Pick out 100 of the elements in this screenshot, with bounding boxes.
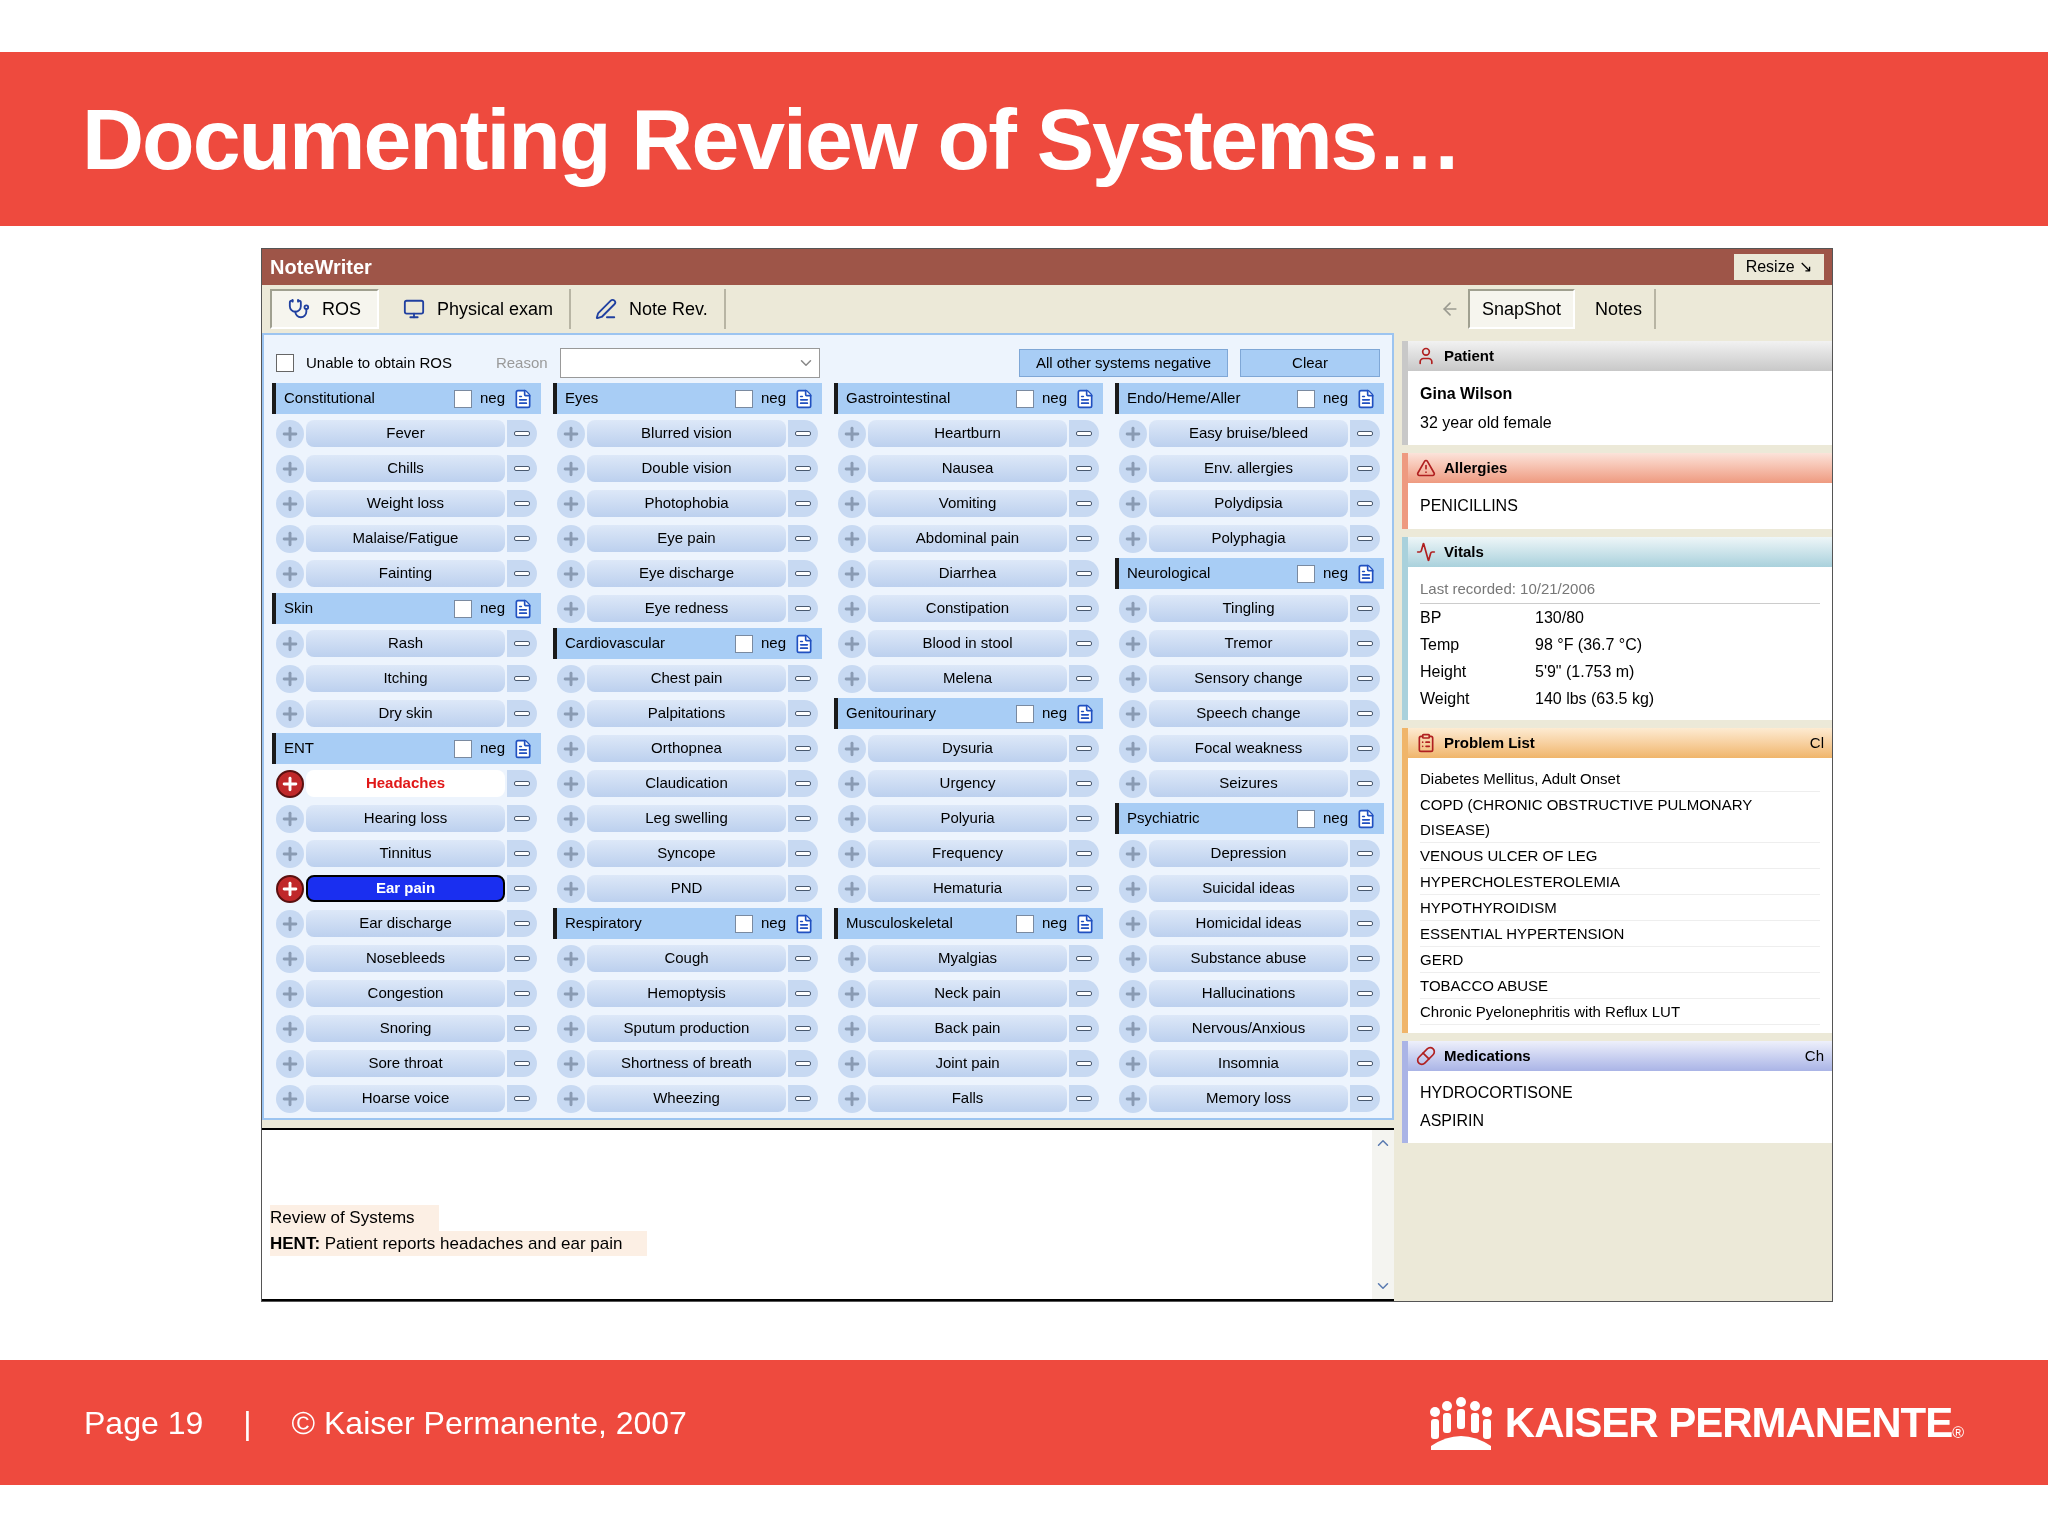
symptom-button[interactable]: Photophobia: [587, 490, 786, 517]
minus-button[interactable]: [507, 420, 537, 447]
document-icon[interactable]: [794, 913, 814, 934]
symptom-button[interactable]: Hemoptysis: [587, 980, 786, 1007]
minus-button[interactable]: [788, 945, 818, 972]
symptom-button[interactable]: Shortness of breath: [587, 1050, 786, 1077]
symptom-button[interactable]: Dysuria: [868, 735, 1067, 762]
minus-button[interactable]: [1350, 420, 1380, 447]
symptom-button[interactable]: Chest pain: [587, 665, 786, 692]
symptom-button[interactable]: Claudication: [587, 770, 786, 797]
symptom-button[interactable]: Constipation: [868, 595, 1067, 622]
minus-button[interactable]: [1069, 1050, 1099, 1077]
symptom-button[interactable]: Chills: [306, 455, 505, 482]
neg-checkbox[interactable]: [1296, 564, 1315, 583]
minus-button[interactable]: [507, 630, 537, 657]
minus-button[interactable]: [1069, 770, 1099, 797]
document-icon[interactable]: [794, 388, 814, 409]
minus-button[interactable]: [1350, 595, 1380, 622]
minus-button[interactable]: [507, 1085, 537, 1112]
minus-button[interactable]: [507, 455, 537, 482]
symptom-button[interactable]: Itching: [306, 665, 505, 692]
symptom-button[interactable]: Blood in stool: [868, 630, 1067, 657]
minus-button[interactable]: [1069, 525, 1099, 552]
minus-button[interactable]: [1350, 1085, 1380, 1112]
minus-button[interactable]: [507, 700, 537, 727]
symptom-button[interactable]: Frequency: [868, 840, 1067, 867]
symptom-button[interactable]: Speech change: [1149, 700, 1348, 727]
unable-checkbox[interactable]: [276, 354, 294, 372]
neg-checkbox[interactable]: [453, 599, 472, 618]
neg-checkbox[interactable]: [453, 389, 472, 408]
minus-button[interactable]: [1069, 735, 1099, 762]
symptom-button[interactable]: Rash: [306, 630, 505, 657]
reason-field[interactable]: [559, 348, 820, 378]
minus-button[interactable]: [1350, 770, 1380, 797]
symptom-button[interactable]: Hematuria: [868, 875, 1067, 902]
neg-checkbox[interactable]: [1015, 704, 1034, 723]
minus-button[interactable]: [507, 980, 537, 1007]
symptom-button[interactable]: Tinnitus: [306, 840, 505, 867]
symptom-button[interactable]: Palpitations: [587, 700, 786, 727]
symptom-button[interactable]: Sputum production: [587, 1015, 786, 1042]
symptom-button[interactable]: Dry skin: [306, 700, 505, 727]
symptom-button[interactable]: Polydipsia: [1149, 490, 1348, 517]
minus-button[interactable]: [507, 490, 537, 517]
symptom-button[interactable]: Substance abuse: [1149, 945, 1348, 972]
panel-action[interactable]: Cl: [1809, 731, 1824, 755]
minus-button[interactable]: [1069, 1015, 1099, 1042]
symptom-button[interactable]: Sore throat: [306, 1050, 505, 1077]
symptom-button[interactable]: Neck pain: [868, 980, 1067, 1007]
minus-button[interactable]: [788, 560, 818, 587]
symptom-button[interactable]: Seizures: [1149, 770, 1348, 797]
minus-button[interactable]: [788, 700, 818, 727]
minus-button[interactable]: [1350, 490, 1380, 517]
minus-button[interactable]: [1350, 525, 1380, 552]
symptom-button[interactable]: Malaise/Fatigue: [306, 525, 505, 552]
symptom-button[interactable]: Fever: [306, 420, 505, 447]
document-icon[interactable]: [1075, 703, 1095, 724]
minus-button[interactable]: [1350, 980, 1380, 1007]
minus-button[interactable]: [1350, 1015, 1380, 1042]
neg-checkbox[interactable]: [734, 389, 753, 408]
panel-action[interactable]: Ch: [1804, 1044, 1824, 1068]
minus-button[interactable]: [507, 560, 537, 587]
neg-checkbox[interactable]: [734, 634, 753, 653]
minus-button[interactable]: [507, 910, 537, 937]
symptom-button[interactable]: Nausea: [868, 455, 1067, 482]
minus-button[interactable]: [1350, 840, 1380, 867]
plus-button[interactable]: [276, 874, 304, 903]
minus-button[interactable]: [1069, 420, 1099, 447]
minus-button[interactable]: [507, 945, 537, 972]
symptom-button[interactable]: Leg swelling: [587, 805, 786, 832]
minus-button[interactable]: [1350, 700, 1380, 727]
document-icon[interactable]: [513, 598, 533, 619]
minus-button[interactable]: [1069, 840, 1099, 867]
minus-button[interactable]: [1350, 910, 1380, 937]
document-icon[interactable]: [1356, 808, 1376, 829]
minus-button[interactable]: [1350, 875, 1380, 902]
symptom-button[interactable]: Focal weakness: [1149, 735, 1348, 762]
minus-button[interactable]: [1069, 595, 1099, 622]
symptom-button[interactable]: Snoring: [306, 1015, 505, 1042]
minus-button[interactable]: [788, 735, 818, 762]
minus-button[interactable]: [1069, 490, 1099, 517]
symptom-button[interactable]: Back pain: [868, 1015, 1067, 1042]
minus-button[interactable]: [1350, 630, 1380, 657]
symptom-button[interactable]: Polyuria: [868, 805, 1067, 832]
symptom-button[interactable]: Ear discharge: [306, 910, 505, 937]
scrollbar[interactable]: [1372, 1130, 1394, 1299]
minus-button[interactable]: [507, 1015, 537, 1042]
neg-checkbox[interactable]: [1296, 809, 1315, 828]
symptom-button[interactable]: PND: [587, 875, 786, 902]
minus-button[interactable]: [1069, 980, 1099, 1007]
symptom-button[interactable]: Myalgias: [868, 945, 1067, 972]
symptom-button[interactable]: Cough: [587, 945, 786, 972]
symptom-button[interactable]: Blurred vision: [587, 420, 786, 447]
minus-button[interactable]: [507, 665, 537, 692]
neg-checkbox[interactable]: [1015, 389, 1034, 408]
symptom-button[interactable]: Eye pain: [587, 525, 786, 552]
document-icon[interactable]: [1356, 388, 1376, 409]
symptom-button[interactable]: Hallucinations: [1149, 980, 1348, 1007]
document-icon[interactable]: [1356, 563, 1376, 584]
minus-button[interactable]: [788, 595, 818, 622]
symptom-button[interactable]: Insomnia: [1149, 1050, 1348, 1077]
